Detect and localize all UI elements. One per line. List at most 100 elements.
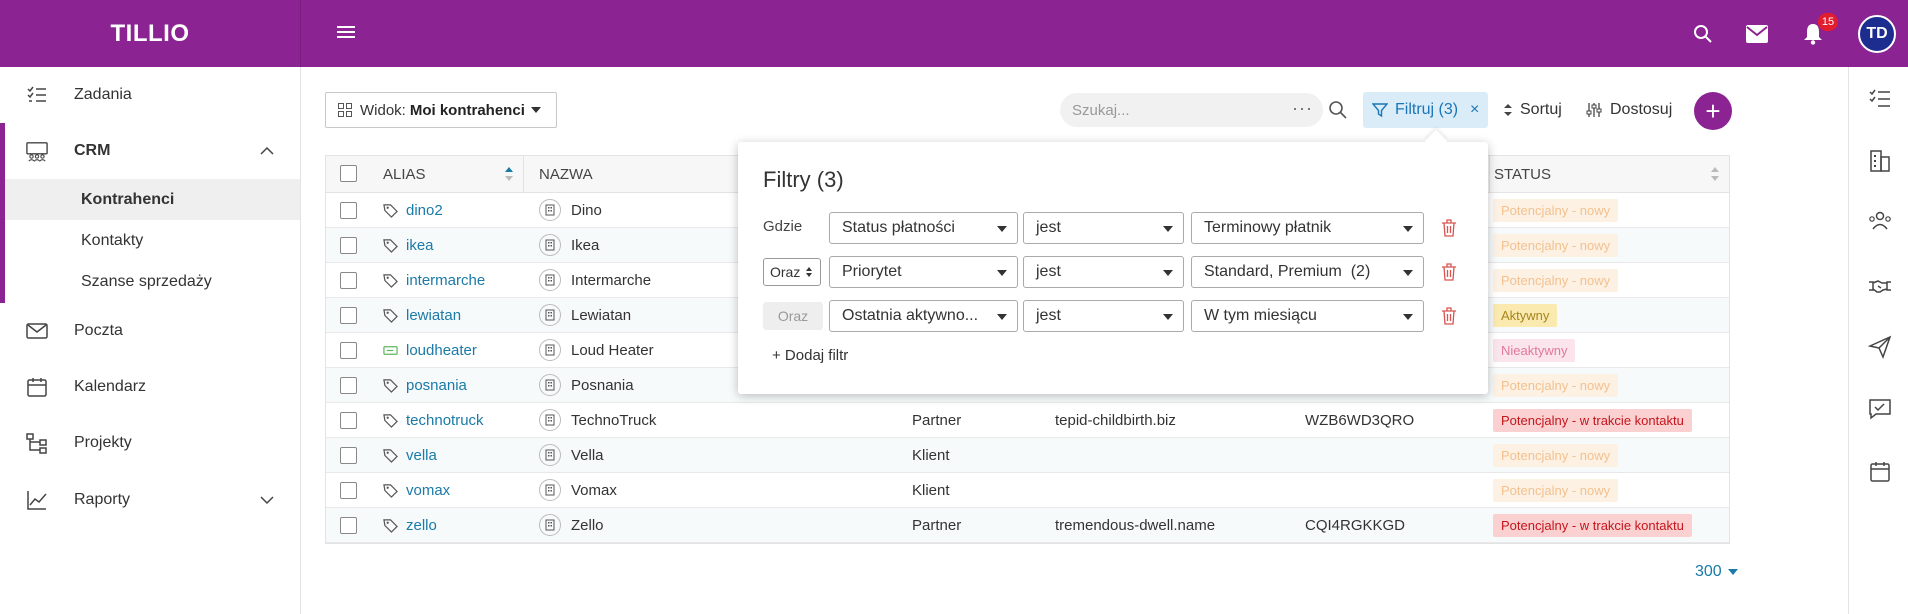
row-checkbox[interactable]: [340, 482, 357, 499]
sort-neutral-icon[interactable]: [1710, 166, 1720, 182]
filter-operator-select[interactable]: jest: [1023, 300, 1184, 332]
add-button[interactable]: +: [1694, 92, 1732, 130]
row-checkbox[interactable]: [340, 237, 357, 254]
row-checkbox[interactable]: [340, 202, 357, 219]
sidebar-item-crm[interactable]: CRM: [0, 123, 300, 179]
table-row[interactable]: vella Vella Klient Potencjalny - nowy: [326, 438, 1729, 473]
alias-link[interactable]: ikea: [406, 237, 434, 254]
company-icon: [539, 479, 561, 501]
filter-button[interactable]: Filtruj (3) ×: [1363, 92, 1488, 128]
tag-icon: [383, 483, 398, 498]
filter-field-select[interactable]: Priorytet: [829, 256, 1018, 288]
select-all-checkbox[interactable]: [340, 165, 357, 182]
company-icon: [539, 514, 561, 536]
sort-icon: [1504, 104, 1512, 116]
sidebar-item-projekty[interactable]: Projekty: [0, 415, 300, 471]
sidebar-subitem-kontakty[interactable]: Kontakty: [5, 220, 300, 261]
close-icon[interactable]: ×: [1470, 101, 1479, 119]
calendar-icon: [27, 378, 47, 397]
sort-label: Sortuj: [1520, 101, 1562, 118]
row-checkbox[interactable]: [340, 377, 357, 394]
alias-link[interactable]: dino2: [406, 202, 443, 219]
search-icon[interactable]: [1691, 22, 1715, 46]
view-selector-button[interactable]: Widok: Moi kontrahenci: [325, 92, 557, 128]
alias-link[interactable]: intermarche: [406, 272, 485, 289]
handshake-icon[interactable]: [1868, 274, 1892, 298]
header-status[interactable]: STATUS: [1494, 156, 1551, 192]
row-checkbox[interactable]: [340, 342, 357, 359]
company-website: tremendous-dwell.name: [1055, 516, 1216, 534]
sidebar-item-poczta[interactable]: Poczta: [0, 303, 300, 359]
alias-link[interactable]: posnania: [406, 377, 467, 394]
filter-connector-select[interactable]: Oraz: [763, 258, 821, 286]
table-row[interactable]: technotruck TechnoTruck Partner tepid-child…: [326, 403, 1729, 438]
sidebar-item-raporty[interactable]: Raporty: [0, 472, 300, 528]
alias-link[interactable]: vella: [406, 447, 437, 464]
more-dots-icon[interactable]: ···: [1292, 98, 1313, 119]
contacts-group-icon[interactable]: [1868, 209, 1892, 233]
table-row[interactable]: vomax Vomax Klient Potencjalny - nowy: [326, 473, 1729, 508]
filter-value-select[interactable]: Standard, Premium (2): [1191, 256, 1424, 288]
filter-row: Oraz Priorytet jest Standard, Premium (2…: [738, 256, 1488, 288]
row-checkbox[interactable]: [340, 307, 357, 324]
sort-asc-icon[interactable]: [504, 166, 514, 182]
alias-link[interactable]: lewiatan: [406, 307, 461, 324]
filter-operator-select[interactable]: jest: [1023, 212, 1184, 244]
sidebar-item-kalendarz[interactable]: Kalendarz: [0, 359, 300, 415]
customize-button[interactable]: Dostosuj: [1586, 92, 1672, 128]
add-filter-button[interactable]: + Dodaj filtr: [772, 347, 848, 364]
building-icon[interactable]: [1868, 149, 1892, 173]
row-checkbox[interactable]: [340, 517, 357, 534]
mail-icon[interactable]: [1745, 22, 1769, 46]
trash-icon[interactable]: [1441, 219, 1457, 237]
search-input[interactable]: [1072, 101, 1272, 119]
header-alias[interactable]: ALIAS: [383, 156, 426, 192]
filter-field-select[interactable]: Ostatnia aktywno...: [829, 300, 1018, 332]
sidebar-subitem-kontrahenci[interactable]: Kontrahenci: [5, 179, 300, 220]
alias-link[interactable]: technotruck: [406, 412, 484, 429]
hamburger-menu-icon[interactable]: [337, 23, 359, 45]
sidebar-subitem-szanse[interactable]: Szanse sprzedaży: [5, 261, 300, 302]
search-icon[interactable]: [1328, 100, 1348, 120]
calendar-icon[interactable]: [1868, 460, 1892, 484]
company-name: Lewiatan: [571, 306, 632, 324]
filter-value-select[interactable]: Terminowy płatnik: [1191, 212, 1424, 244]
trash-icon[interactable]: [1441, 263, 1457, 281]
table-row[interactable]: zello Zello Partner tremendous-dwell.name CQ…: [326, 508, 1729, 543]
company-name: Posnania: [571, 376, 634, 394]
chat-check-icon[interactable]: [1868, 397, 1892, 421]
sidebar-item-label: Kalendarz: [74, 378, 147, 395]
dropdown-value: jest: [1036, 307, 1061, 324]
alias-link[interactable]: vomax: [406, 482, 450, 499]
filter-operator-select[interactable]: jest: [1023, 256, 1184, 288]
company-website: tepid-childbirth.biz: [1055, 411, 1176, 429]
sidebar-item-zadania[interactable]: Zadania: [0, 67, 300, 123]
grid-icon: [338, 103, 352, 117]
company-code: CQI4RGKKGD: [1305, 516, 1406, 534]
sort-button[interactable]: Sortuj: [1502, 92, 1562, 128]
header-name[interactable]: NAZWA: [539, 156, 593, 192]
sidebar-subitem-label: Kontakty: [81, 231, 144, 249]
status-badge: Potencjalny - w trakcie kontaktu: [1493, 513, 1692, 537]
tasks-list-icon[interactable]: [1868, 87, 1892, 111]
caret-down-icon: [1403, 226, 1413, 232]
row-checkbox[interactable]: [340, 447, 357, 464]
row-checkbox[interactable]: [340, 272, 357, 289]
avatar[interactable]: TD: [1858, 15, 1896, 53]
filter-value-select[interactable]: W tym miesiącu: [1191, 300, 1424, 332]
alias-link[interactable]: loudheater: [406, 342, 477, 359]
filter-row: Oraz Ostatnia aktywno... jest W tym mies…: [738, 300, 1488, 332]
dropdown-value: Standard, Premium (2): [1204, 263, 1371, 280]
row-checkbox[interactable]: [340, 412, 357, 429]
chevron-down-icon[interactable]: [259, 492, 275, 508]
send-icon[interactable]: [1868, 335, 1892, 359]
page-size-selector[interactable]: 300: [1695, 563, 1738, 581]
alias-link[interactable]: zello: [406, 517, 437, 534]
chevron-up-icon[interactable]: [259, 143, 275, 159]
caret-down-icon: [1727, 569, 1738, 575]
sliders-icon: [1586, 103, 1602, 117]
app-logo[interactable]: TILLIO: [0, 0, 301, 67]
trash-icon[interactable]: [1441, 307, 1457, 325]
filter-field-select[interactable]: Status płatności: [829, 212, 1018, 244]
filter-row: Gdzie Status płatności jest Terminowy pł…: [738, 212, 1488, 244]
